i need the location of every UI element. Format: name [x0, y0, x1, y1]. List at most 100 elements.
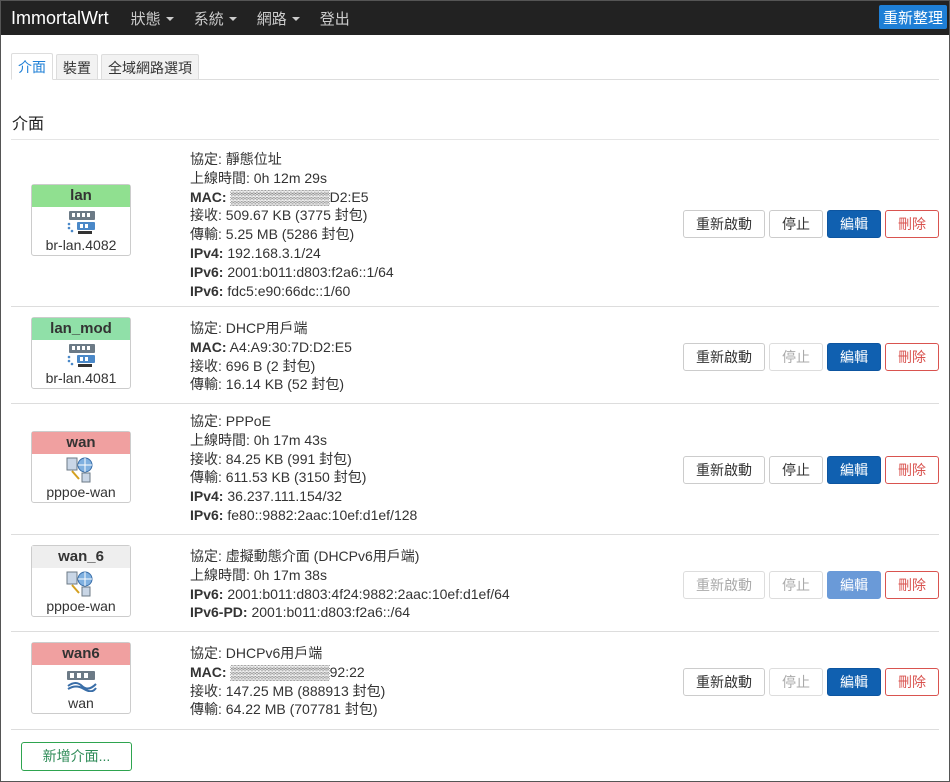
delete-button[interactable]: 刪除	[885, 343, 939, 371]
info-value: 509.67 KB (3775 封包)	[221, 207, 368, 224]
info-line: IPv6: 2001:b011:d803:4f24:9882:2aac:10ef…	[190, 585, 510, 604]
edit-button: 編輯	[827, 571, 881, 599]
edit-button[interactable]: 編輯	[827, 456, 881, 484]
brand-logo[interactable]: ImmortalWrt	[11, 8, 109, 29]
menu-network[interactable]: 網路	[257, 8, 300, 29]
interface-name: wan6	[32, 643, 130, 665]
menu-status[interactable]: 狀態	[131, 8, 174, 29]
menu-network-label: 網路	[256, 10, 287, 28]
info-value: 靜態位址	[221, 151, 282, 167]
interface-badge: wan pppoe-wan	[31, 431, 131, 503]
interface-badge: lan br-lan.4082	[31, 184, 131, 256]
info-line: 上線時間: 0h 17m 43s	[190, 431, 417, 450]
info-label: 傳輸:	[190, 469, 222, 486]
interface-row-wan: wan pppoe-wan 協定: PPPoE 上線時間: 0h 17m 43s 接收:…	[11, 404, 939, 535]
tab-global-options[interactable]: 全域網路選項	[101, 54, 199, 79]
info-line: 傳輸: 16.14 KB (52 封包)	[190, 375, 352, 394]
restart-button[interactable]: 重新啟動	[683, 668, 765, 696]
edit-button[interactable]: 編輯	[827, 343, 881, 371]
ethernet-port-icon	[32, 665, 130, 695]
info-value: 虛擬動態介面 (DHCPv6用戶端)	[221, 548, 420, 564]
reload-button[interactable]: 重新整理	[878, 5, 947, 29]
info-line: IPv6: fdc5:e90:66dc::1/60	[190, 282, 394, 301]
info-value: 64.22 MB (707781 封包)	[221, 701, 378, 718]
interface-name: wan_6	[32, 546, 130, 568]
menu-logout-label: 登出	[319, 10, 350, 28]
info-label: IPv6:	[190, 506, 224, 523]
stop-button[interactable]: 停止	[769, 456, 823, 484]
info-value: A4:A9:30:7D:D2:E5	[226, 338, 352, 355]
info-line: 上線時間: 0h 12m 29s	[190, 169, 394, 188]
info-line: IPv6: fe80::9882:2aac:10ef:d1ef/128	[190, 506, 417, 525]
info-line: 接收: 84.25 KB (991 封包)	[190, 450, 417, 469]
info-line: 協定: DHCP用戶端	[190, 319, 352, 338]
info-line: IPv6: 2001:b011:d803:f2a6::1/64	[190, 263, 394, 282]
restart-button[interactable]: 重新啟動	[683, 456, 765, 484]
tab-interfaces[interactable]: 介面	[11, 53, 53, 80]
delete-button[interactable]: 刪除	[885, 668, 939, 696]
info-label: IPv6:	[190, 263, 224, 280]
restart-button[interactable]: 重新啟動	[683, 343, 765, 371]
interface-badge: lan_mod br-lan.4081	[31, 317, 131, 389]
info-value: 5.25 MB (5286 封包)	[221, 226, 355, 243]
tab-devices[interactable]: 裝置	[56, 54, 98, 79]
info-value: 84.25 KB (991 封包)	[221, 450, 352, 467]
interface-device: pppoe-wan	[46, 484, 116, 500]
interface-info: 協定: DHCP用戶端 MAC: A4:A9:30:7D:D2:E5 接收: 696…	[190, 319, 352, 394]
interface-name: lan	[32, 185, 130, 207]
info-value: 36.237.111.154/32	[223, 488, 343, 505]
info-value: 2001:b011:d803:f2a6::/64	[247, 604, 411, 621]
interface-actions: 重新啟動 停止 編輯 刪除	[679, 456, 939, 484]
interface-device: br-lan.4082	[45, 237, 117, 253]
info-value: 0h 17m 43s	[249, 431, 327, 448]
restart-button[interactable]: 重新啟動	[683, 210, 765, 238]
info-value: 16.14 KB (52 封包)	[221, 376, 345, 393]
info-label: 協定:	[190, 548, 222, 564]
info-label: 協定:	[190, 320, 222, 336]
info-value: 0h 12m 29s	[249, 169, 327, 186]
info-line: MAC: ▒▒▒▒▒▒▒▒▒▒D2:E5	[190, 188, 394, 207]
info-line: 接收: 696 B (2 封包)	[190, 357, 352, 376]
info-value: 2001:b011:d803:4f24:9882:2aac:10ef:d1ef/…	[223, 585, 510, 602]
info-label: MAC:	[190, 663, 227, 680]
section-title: 介面	[12, 116, 45, 133]
stop-button[interactable]: 停止	[769, 210, 823, 238]
interface-actions: 重新啟動 停止 編輯 刪除	[679, 343, 939, 371]
info-label: 協定:	[190, 645, 222, 661]
info-label: 傳輸:	[190, 226, 222, 243]
info-label: IPv6:	[190, 585, 224, 602]
info-label: 接收:	[190, 682, 222, 699]
interface-row-lan_mod: lan_mod br-lan.4081 協定: DHCP用戶端 MAC: A4:A9:…	[11, 307, 939, 404]
ethernet-switch-icon	[32, 340, 130, 370]
info-value: 611.53 KB (3150 封包)	[221, 469, 367, 486]
interface-info: 協定: 虛擬動態介面 (DHCPv6用戶端) 上線時間: 0h 17m 38s IP…	[190, 547, 510, 622]
add-interface-button[interactable]: 新增介面...	[21, 742, 132, 771]
info-line: 傳輸: 5.25 MB (5286 封包)	[190, 225, 394, 244]
info-value: fe80::9882:2aac:10ef:d1ef/128	[223, 506, 418, 523]
info-value: 696 B (2 封包)	[221, 357, 316, 374]
info-label: 協定:	[190, 413, 222, 429]
stop-button: 停止	[769, 571, 823, 599]
delete-button[interactable]: 刪除	[885, 456, 939, 484]
ethernet-switch-icon	[32, 207, 130, 237]
menu-system[interactable]: 系統	[194, 8, 237, 29]
edit-button[interactable]: 編輯	[827, 210, 881, 238]
pppoe-globe-icon	[32, 568, 130, 598]
delete-button[interactable]: 刪除	[885, 571, 939, 599]
menu-logout[interactable]: 登出	[320, 8, 350, 29]
info-line: MAC: ▒▒▒▒▒▒▒▒▒▒92:22	[190, 663, 385, 682]
menu-status-label: 狀態	[130, 10, 161, 28]
info-value: 192.168.3.1/24	[223, 244, 321, 261]
top-navbar: ImmortalWrt 狀態 系統 網路 登出 重新整理	[1, 1, 949, 35]
info-value: DHCP用戶端	[221, 320, 308, 336]
info-line: IPv6-PD: 2001:b011:d803:f2a6::/64	[190, 603, 510, 622]
interface-device: wan	[68, 695, 94, 711]
info-value: DHCPv6用戶端	[221, 645, 323, 661]
info-label: 上線時間:	[190, 169, 250, 186]
info-label: MAC:	[190, 338, 227, 355]
info-line: 接收: 147.25 MB (888913 封包)	[190, 682, 385, 701]
delete-button[interactable]: 刪除	[885, 210, 939, 238]
info-line: 協定: 虛擬動態介面 (DHCPv6用戶端)	[190, 547, 510, 566]
edit-button[interactable]: 編輯	[827, 668, 881, 696]
info-label: IPv4:	[190, 488, 224, 505]
